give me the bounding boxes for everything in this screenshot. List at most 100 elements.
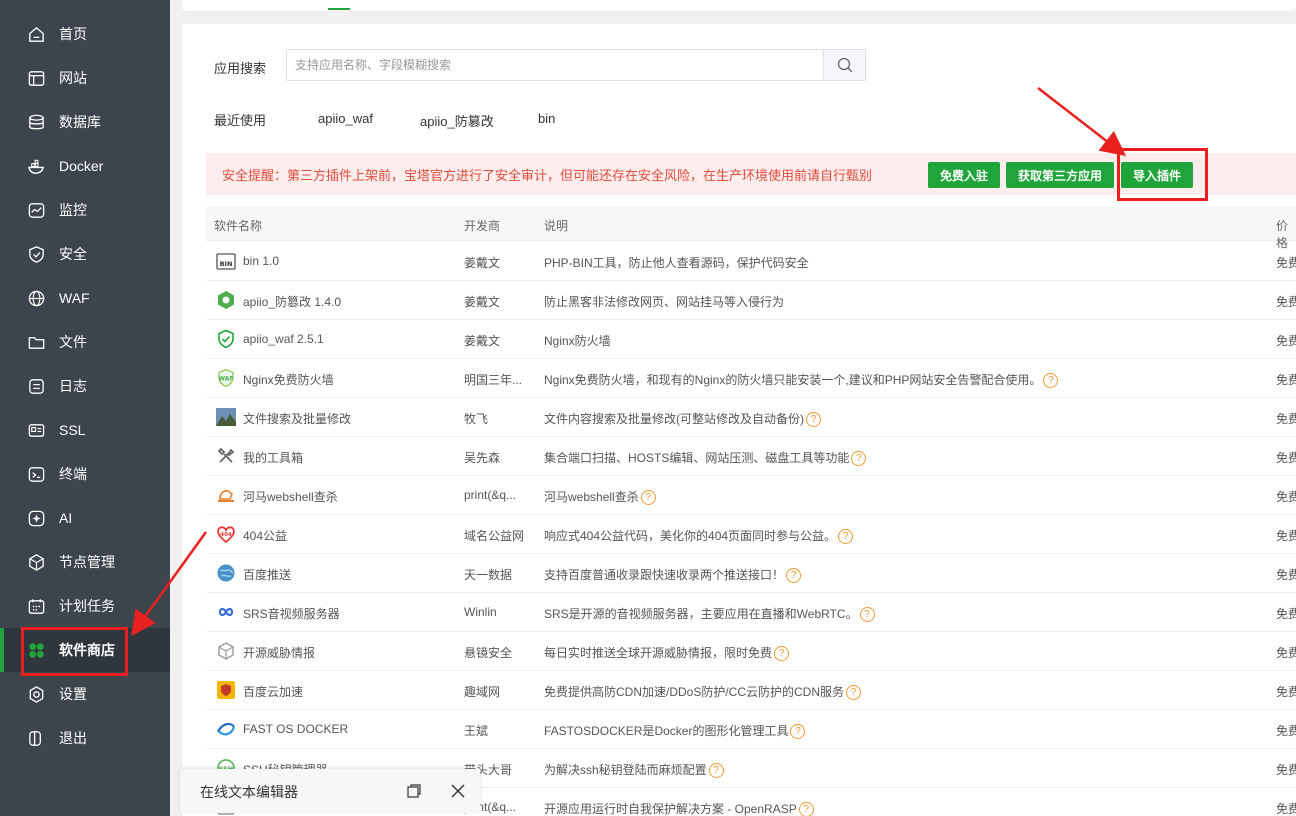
description-text: 免费提供高防CDN加速/DDoS防护/CC云防护的CDN服务 bbox=[544, 685, 845, 699]
fastos-icon bbox=[216, 719, 236, 739]
software-name[interactable]: SRS音视频服务器 bbox=[243, 605, 340, 622]
software-name[interactable]: 开源威胁情报 bbox=[243, 644, 315, 661]
description: SRS是开源的音视频服务器，主要应用在直播和WebRTC。? bbox=[544, 605, 875, 623]
table-row[interactable]: 文件搜索及批量修改 牧飞 文件内容搜索及批量修改(可整站修改及自动备份)? 免费 bbox=[206, 398, 1296, 437]
sidebar-item-waf[interactable]: WAF bbox=[0, 276, 170, 320]
sidebar-item-home[interactable]: 首页 bbox=[0, 12, 170, 56]
sidebar-item-label: 设置 bbox=[59, 686, 87, 702]
software-name[interactable]: FAST OS DOCKER bbox=[243, 722, 348, 736]
help-icon[interactable]: ? bbox=[806, 412, 821, 428]
close-editor-button[interactable] bbox=[446, 779, 470, 803]
docker-icon bbox=[26, 156, 46, 176]
description-text: 文件内容搜索及批量修改(可整站修改及自动备份) bbox=[544, 412, 804, 426]
shield-icon bbox=[26, 244, 46, 264]
ai-icon bbox=[26, 508, 46, 528]
sidebar-item-monitor[interactable]: 监控 bbox=[0, 188, 170, 232]
software-name[interactable]: 河马webshell查杀 bbox=[243, 488, 338, 505]
sidebar-item-database[interactable]: 数据库 bbox=[0, 100, 170, 144]
online-text-editor-bar[interactable]: 在线文本编辑器 bbox=[180, 769, 480, 813]
database-icon bbox=[26, 112, 46, 132]
sidebar-item-label: 网站 bbox=[59, 70, 87, 86]
sidebar-item-logout[interactable]: 退出 bbox=[0, 716, 170, 760]
price: 免费 bbox=[1276, 529, 1296, 543]
sidebar-item-settings[interactable]: 设置 bbox=[0, 672, 170, 716]
table-row[interactable]: 404 404公益 域名公益网 响应式404公益代码，美化你的404页面同时参与公益。… bbox=[206, 515, 1296, 554]
software-name[interactable]: 文件搜索及批量修改 bbox=[243, 410, 351, 427]
column-header-developer: 开发商 bbox=[464, 219, 501, 233]
table-row[interactable]: 百度云加速 趣域网 免费提供高防CDN加速/DDoS防护/CC云防护的CDN服务? 免… bbox=[206, 671, 1296, 710]
sidebar-item-label: 安全 bbox=[59, 246, 87, 262]
table-row[interactable]: WAF Nginx免费防火墙 明国三年... Nginx免费防火墙，和现有的Nginx… bbox=[206, 359, 1296, 398]
recent-item-bin[interactable]: bin bbox=[538, 111, 555, 126]
sidebar-item-node[interactable]: 节点管理 bbox=[0, 540, 170, 584]
description: 响应式404公益代码，美化你的404页面同时参与公益。? bbox=[544, 527, 854, 545]
sidebar-item-shield[interactable]: 安全 bbox=[0, 232, 170, 276]
software-name[interactable]: 404公益 bbox=[243, 527, 287, 544]
help-icon[interactable]: ? bbox=[798, 802, 814, 816]
developer: 悬镜安全 bbox=[464, 646, 513, 660]
developer: 姜戴文 bbox=[464, 256, 501, 270]
help-icon[interactable]: ? bbox=[846, 685, 862, 701]
software-name[interactable]: 百度推送 bbox=[243, 566, 291, 583]
search-button[interactable] bbox=[823, 50, 865, 80]
free-join-button[interactable]: 免费入驻 bbox=[928, 162, 1000, 188]
folder-icon bbox=[26, 332, 46, 352]
restore-icon bbox=[407, 784, 421, 798]
help-icon[interactable]: ? bbox=[859, 607, 875, 623]
price: 免费 bbox=[1276, 802, 1296, 816]
software-name[interactable]: apiio_waf 2.5.1 bbox=[243, 332, 324, 346]
description-text: SRS是开源的音视频服务器，主要应用在直播和WebRTC。 bbox=[544, 607, 858, 621]
active-tab-indicator bbox=[328, 8, 350, 10]
help-icon[interactable]: ? bbox=[851, 451, 867, 467]
help-icon[interactable]: ? bbox=[1043, 373, 1059, 389]
sidebar-item-ai[interactable]: AI bbox=[0, 496, 170, 540]
sidebar-item-label: 文件 bbox=[59, 334, 87, 350]
description: 防止黑客非法修改网页、网站挂马等入侵行为 bbox=[544, 293, 784, 310]
table-row[interactable]: FAST OS DOCKER 王斌 FASTOSDOCKER是Docker的图形化管… bbox=[206, 710, 1296, 749]
software-name[interactable]: 百度云加速 bbox=[243, 683, 303, 700]
table-row[interactable]: 百度推送 天一数据 支持百度普通收录跟快速收录两个推送接口！? 免费 bbox=[206, 554, 1296, 593]
log-icon bbox=[26, 376, 46, 396]
software-name[interactable]: 我的工具箱 bbox=[243, 449, 303, 466]
table-row[interactable]: 我的工具箱 吴先森 集合端口扫描、HOSTS编辑、网站压测、磁盘工具等功能? 免费 bbox=[206, 437, 1296, 476]
search-input[interactable] bbox=[287, 50, 823, 80]
help-icon[interactable]: ? bbox=[790, 724, 806, 740]
restore-window-button[interactable] bbox=[402, 779, 426, 803]
software-name[interactable]: apiio_防篡改 1.4.0 bbox=[243, 293, 341, 310]
developer: 牧飞 bbox=[464, 412, 489, 426]
help-icon[interactable]: ? bbox=[838, 529, 854, 545]
sidebar-item-docker[interactable]: Docker bbox=[0, 144, 170, 188]
sidebar-item-ssl[interactable]: SSL bbox=[0, 408, 170, 452]
help-icon[interactable]: ? bbox=[708, 763, 724, 779]
help-icon[interactable]: ? bbox=[786, 568, 802, 584]
price: 免费 bbox=[1276, 568, 1296, 582]
description-text: Nginx防火墙 bbox=[544, 334, 611, 348]
sidebar-item-calendar[interactable]: 计划任务 bbox=[0, 584, 170, 628]
sidebar-item-terminal[interactable]: 终端 bbox=[0, 452, 170, 496]
get-third-party-app-button[interactable]: 获取第三方应用 bbox=[1006, 162, 1114, 188]
table-row[interactable]: 开源威胁情报 悬镜安全 每日实时推送全球开源威胁情报，限时免费? 免费 bbox=[206, 632, 1296, 671]
shield-check-icon bbox=[216, 329, 236, 349]
recent-item-apiio-tamper[interactable]: apiio_防篡改 bbox=[420, 111, 494, 130]
sidebar-item-folder[interactable]: 文件 bbox=[0, 320, 170, 364]
help-icon[interactable]: ? bbox=[640, 490, 656, 506]
price: 免费 bbox=[1276, 685, 1296, 699]
bin-icon: BIN bbox=[216, 251, 236, 271]
price: 免费 bbox=[1276, 724, 1296, 738]
table-row[interactable]: SRS音视频服务器 Winlin SRS是开源的音视频服务器，主要应用在直播和Web… bbox=[206, 593, 1296, 632]
table-row[interactable]: 河马webshell查杀 print(&q... 河马webshell查杀? 免费 bbox=[206, 476, 1296, 515]
table-row[interactable]: apiio_防篡改 1.4.0 姜戴文 防止黑客非法修改网页、网站挂马等入侵行为 免费 bbox=[206, 281, 1296, 320]
software-name[interactable]: Nginx免费防火墙 bbox=[243, 371, 334, 388]
help-icon[interactable]: ? bbox=[774, 646, 790, 662]
sidebar-item-log[interactable]: 日志 bbox=[0, 364, 170, 408]
table-row[interactable]: apiio_waf 2.5.1 姜戴文 Nginx防火墙 免费 bbox=[206, 320, 1296, 359]
recent-item-apiio-waf[interactable]: apiio_waf bbox=[318, 111, 373, 126]
software-name[interactable]: bin 1.0 bbox=[243, 254, 279, 268]
search-box bbox=[286, 49, 866, 81]
description-text: Nginx免费防火墙，和现有的Nginx的防火墙只能安装一个,建议和PHP网站安… bbox=[544, 373, 1042, 387]
price: 免费 bbox=[1276, 646, 1296, 660]
description: 每日实时推送全球开源威胁情报，限时免费? bbox=[544, 644, 790, 662]
table-row[interactable]: BIN bin 1.0 姜戴文 PHP-BIN工具，防止他人查看源码，保护代码安全 免费 bbox=[206, 242, 1296, 281]
infinity-icon bbox=[216, 602, 236, 622]
sidebar-item-website[interactable]: 网站 bbox=[0, 56, 170, 100]
